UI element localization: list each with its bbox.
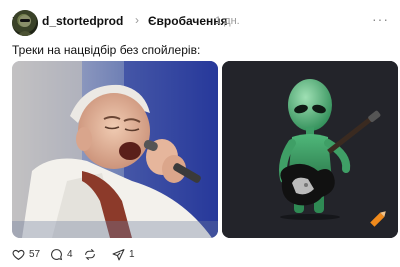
comment-button[interactable]: 4 bbox=[50, 244, 73, 264]
send-icon bbox=[112, 248, 125, 260]
alien-guitar-image[interactable] bbox=[222, 61, 398, 238]
comment-icon bbox=[51, 248, 63, 260]
avatar[interactable]: + bbox=[12, 10, 42, 40]
post-text: Треки на нацвідбір без спойлерів: bbox=[12, 43, 201, 57]
comment-count: 4 bbox=[67, 248, 73, 260]
post-card: + d_stortedprod › Євробачення 1 дн. ··· … bbox=[0, 0, 400, 267]
share-count: 1 bbox=[129, 248, 135, 260]
share-button[interactable]: 1 bbox=[112, 244, 135, 264]
like-button[interactable]: 57 bbox=[12, 244, 40, 264]
heart-icon bbox=[12, 249, 25, 260]
more-horizontal-icon[interactable]: ··· bbox=[372, 11, 389, 27]
action-bar: 57 4 1 bbox=[0, 244, 400, 264]
chevron-right-icon: › bbox=[135, 13, 139, 27]
repost-button[interactable] bbox=[83, 244, 101, 264]
repost-icon bbox=[85, 248, 95, 260]
timestamp: 1 дн. bbox=[215, 15, 240, 27]
pope-singing-image[interactable] bbox=[12, 61, 218, 238]
username[interactable]: d_stortedprod bbox=[42, 14, 123, 28]
like-count: 57 bbox=[29, 248, 41, 260]
